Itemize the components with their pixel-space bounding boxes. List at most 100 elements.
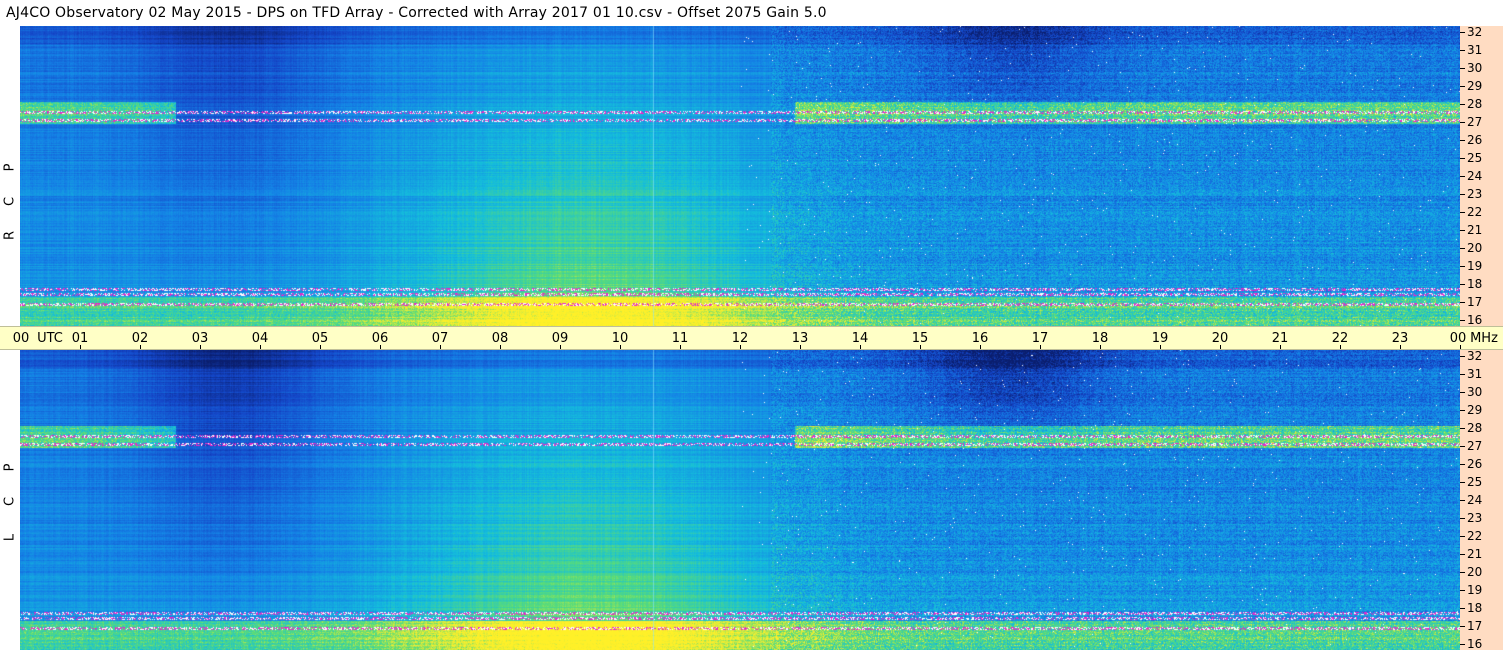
lcp-frequency-scale: 16 17 18 19 20 21 22 23 24 25 26 27 28 29 30 31 32 (1460, 350, 1503, 650)
lcp-freq-tick-label-20: 20 (1467, 565, 1483, 579)
lcp-freq-tick-label-26: 26 (1467, 457, 1483, 471)
rcp-freq-tick-17 (1460, 302, 1465, 303)
rcp-freq-tick-22 (1460, 212, 1465, 213)
lcp-letter-l2: L (2, 533, 18, 542)
hour-label-10: 10 (611, 331, 629, 346)
rcp-freq-tick-label-20: 20 (1467, 241, 1483, 255)
lcp-freq-tick-label-21: 21 (1467, 547, 1483, 561)
rcp-freq-tick-24 (1460, 176, 1465, 177)
hour-label-start: 00 (12, 331, 30, 346)
rcp-freq-tick-23 (1460, 194, 1465, 195)
rcp-freq-tick-label-27: 27 (1467, 115, 1483, 129)
rcp-freq-tick-20 (1460, 248, 1465, 249)
lcp-spectrogram (20, 350, 1460, 650)
lcp-freq-tick-label-17: 17 (1467, 619, 1483, 633)
hour-label-20: 20 (1211, 331, 1229, 346)
lcp-side-letters: P C L (0, 350, 20, 672)
lcp-freq-tick-25 (1460, 482, 1465, 483)
lcp-freq-tick-19 (1460, 590, 1465, 591)
hour-label-11: 11 (671, 331, 689, 346)
hour-label-12: 12 (731, 331, 749, 346)
rcp-freq-tick-label-23: 23 (1467, 187, 1483, 201)
rcp-freq-tick-26 (1460, 140, 1465, 141)
rcp-freq-tick-label-22: 22 (1467, 205, 1483, 219)
rcp-freq-tick-label-28: 28 (1467, 97, 1483, 111)
hour-label-4: 04 (251, 331, 269, 346)
lcp-freq-tick-label-30: 30 (1467, 385, 1483, 399)
lcp-freq-tick-30 (1460, 392, 1465, 393)
hour-label-22: 22 (1331, 331, 1349, 346)
hour-label-7: 07 (431, 331, 449, 346)
rcp-spectrogram (20, 26, 1460, 326)
hour-label-5: 05 (311, 331, 329, 346)
rcp-frequency-scale: 16 17 18 19 20 21 22 23 24 25 26 27 28 29 30 31 32 (1460, 26, 1503, 326)
lcp-freq-tick-label-31: 31 (1467, 367, 1483, 381)
rcp-freq-tick-label-29: 29 (1467, 79, 1483, 93)
lcp-freq-tick-16 (1460, 644, 1465, 645)
rcp-freq-tick-label-32: 32 (1467, 25, 1483, 39)
lcp-freq-tick-label-18: 18 (1467, 601, 1483, 615)
hour-label-21: 21 (1271, 331, 1289, 346)
rcp-letter-r: P (2, 163, 18, 172)
lcp-freq-tick-label-22: 22 (1467, 529, 1483, 543)
lcp-freq-tick-label-24: 24 (1467, 493, 1483, 507)
rcp-spectrogram-canvas (20, 26, 1460, 326)
rcp-letter-c: C (2, 196, 18, 207)
lcp-letter-p: P (2, 463, 18, 472)
lcp-freq-tick-23 (1460, 518, 1465, 519)
rcp-freq-tick-label-31: 31 (1467, 43, 1483, 57)
lcp-freq-tick-17 (1460, 626, 1465, 627)
rcp-freq-tick-32 (1460, 32, 1465, 33)
lcp-freq-tick-18 (1460, 608, 1465, 609)
lcp-freq-tick-label-27: 27 (1467, 439, 1483, 453)
hour-label-18: 18 (1091, 331, 1109, 346)
rcp-freq-tick-label-17: 17 (1467, 295, 1483, 309)
utc-label: UTC (37, 331, 63, 346)
rcp-freq-tick-label-24: 24 (1467, 169, 1483, 183)
lcp-freq-tick-22 (1460, 536, 1465, 537)
rcp-freq-tick-28 (1460, 104, 1465, 105)
lcp-freq-tick-21 (1460, 554, 1465, 555)
hour-label-8: 08 (491, 331, 509, 346)
hour-label-3: 03 (191, 331, 209, 346)
lcp-letter-c: C (2, 496, 18, 507)
hour-label-17: 17 (1031, 331, 1049, 346)
hour-label-24: 00 (1449, 331, 1467, 346)
chart-title: AJ4CO Observatory 02 May 2015 - DPS on T… (0, 0, 1460, 26)
rcp-freq-tick-19 (1460, 266, 1465, 267)
hour-label-14: 14 (851, 331, 869, 346)
hour-label-16: 16 (971, 331, 989, 346)
rcp-side-label: P C R (0, 26, 20, 326)
rcp-freq-tick-16 (1460, 320, 1465, 321)
lcp-freq-tick-label-16: 16 (1467, 637, 1483, 651)
rcp-freq-tick-label-30: 30 (1467, 61, 1483, 75)
lcp-freq-tick-label-29: 29 (1467, 403, 1483, 417)
hour-label-9: 09 (551, 331, 569, 346)
rcp-freq-tick-label-26: 26 (1467, 133, 1483, 147)
rcp-freq-tick-31 (1460, 50, 1465, 51)
rcp-freq-tick-label-19: 19 (1467, 259, 1483, 273)
rcp-freq-tick-label-25: 25 (1467, 151, 1483, 165)
utc-time-axis: 00 UTC 01 02 03 04 05 06 07 08 09 10 11 12 13 14 15 16 1… (0, 326, 1503, 350)
lcp-freq-tick-label-28: 28 (1467, 421, 1483, 435)
hour-label-19: 19 (1151, 331, 1169, 346)
rcp-freq-tick-label-21: 21 (1467, 223, 1483, 237)
hour-label-13: 13 (791, 331, 809, 346)
lcp-spectrogram-canvas (20, 350, 1460, 650)
rcp-freq-tick-25 (1460, 158, 1465, 159)
lcp-freq-tick-label-32: 32 (1467, 349, 1483, 363)
rcp-freq-tick-label-18: 18 (1467, 277, 1483, 291)
lcp-freq-tick-26 (1460, 464, 1465, 465)
lcp-freq-tick-label-19: 19 (1467, 583, 1483, 597)
hour-label-23: 23 (1391, 331, 1409, 346)
rcp-letter-p: R (2, 230, 18, 241)
lcp-freq-tick-28 (1460, 428, 1465, 429)
lcp-freq-tick-24 (1460, 500, 1465, 501)
lcp-freq-tick-20 (1460, 572, 1465, 573)
mhz-unit-label: MHz (1470, 331, 1498, 346)
hour-label-15: 15 (911, 331, 929, 346)
lcp-freq-tick-label-25: 25 (1467, 475, 1483, 489)
hour-label-6: 06 (371, 331, 389, 346)
rcp-freq-tick-21 (1460, 230, 1465, 231)
rcp-freq-tick-label-16: 16 (1467, 313, 1483, 327)
